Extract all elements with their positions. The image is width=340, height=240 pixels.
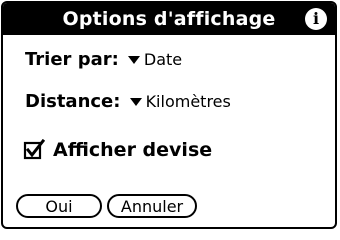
show-currency-row[interactable]: Afficher devise [23, 136, 212, 164]
checkbox-checked-icon[interactable] [23, 139, 45, 161]
sort-picker[interactable]: Date [127, 47, 183, 73]
info-icon[interactable]: i [305, 8, 327, 30]
options-dialog: Options d'affichage i Trier par: Date Di… [1, 1, 337, 229]
show-currency-label: Afficher devise [53, 139, 213, 161]
annuler-button[interactable]: Annuler [107, 194, 197, 218]
sort-value: Date [143, 50, 183, 69]
distance-label: Distance: [25, 91, 121, 112]
sort-row: Trier par: Date [25, 47, 182, 73]
sort-label: Trier par: [25, 49, 119, 70]
distance-value: Kilomètres [145, 92, 231, 111]
distance-picker[interactable]: Kilomètres [129, 89, 231, 115]
dropdown-triangle-icon [129, 97, 142, 106]
distance-row: Distance: Kilomètres [25, 89, 231, 115]
oui-button[interactable]: Oui [16, 194, 102, 218]
dropdown-triangle-icon [127, 55, 140, 64]
title-bar: Options d'affichage i [3, 3, 335, 35]
dialog-title: Options d'affichage [62, 8, 276, 30]
